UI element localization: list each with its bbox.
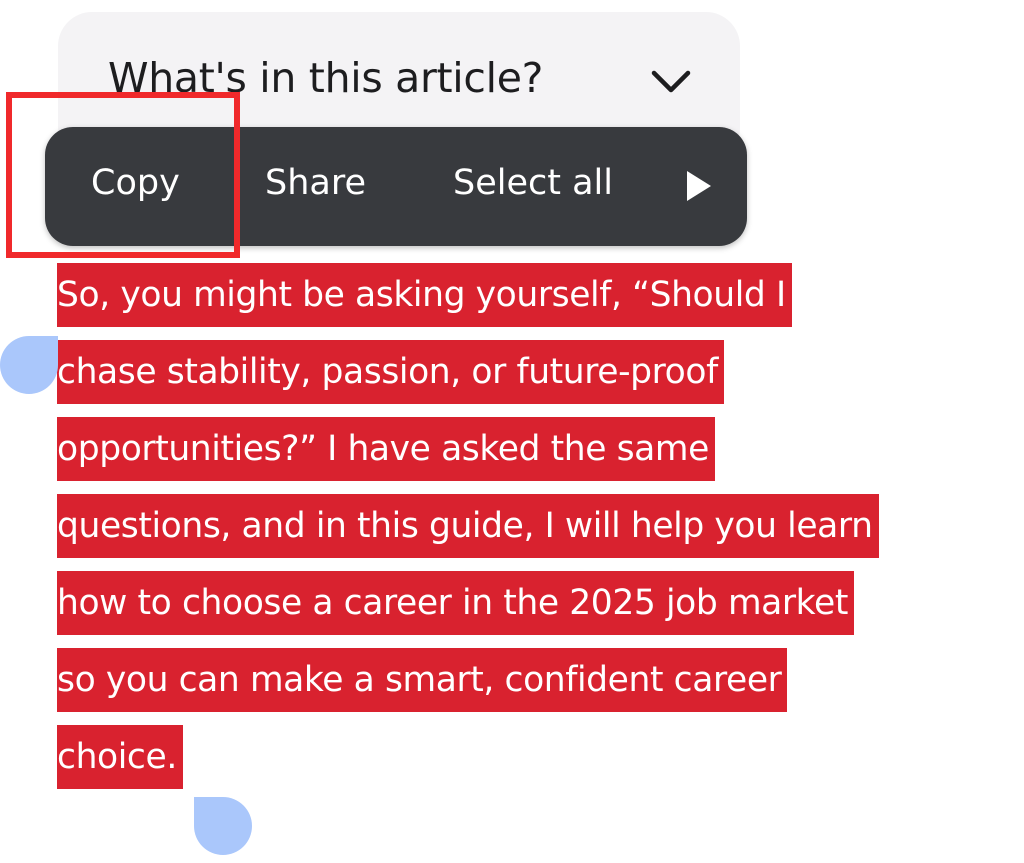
paragraph-line: opportunities?” I have asked the same <box>57 411 987 488</box>
paragraph-line: questions, and in this guide, I will hel… <box>57 488 987 565</box>
paragraph-line: So, you might be asking yourself, “Shoul… <box>57 257 987 334</box>
paragraph-line: how to choose a career in the 2025 job m… <box>57 565 987 642</box>
paragraph-line: so you can make a smart, confident caree… <box>57 642 987 719</box>
selection-start-handle[interactable] <box>0 336 58 394</box>
selection-end-handle[interactable] <box>194 797 252 855</box>
more-options-icon[interactable] <box>683 169 713 203</box>
annotation-highlight-box <box>6 92 240 258</box>
paragraph-line: choice. <box>57 719 987 796</box>
chevron-down-icon[interactable] <box>648 66 694 96</box>
share-button[interactable]: Share <box>265 163 366 203</box>
select-all-button[interactable]: Select all <box>453 163 613 203</box>
selected-paragraph[interactable]: So, you might be asking yourself, “Shoul… <box>57 257 987 796</box>
paragraph-line: chase stability, passion, or future-proo… <box>57 334 987 411</box>
